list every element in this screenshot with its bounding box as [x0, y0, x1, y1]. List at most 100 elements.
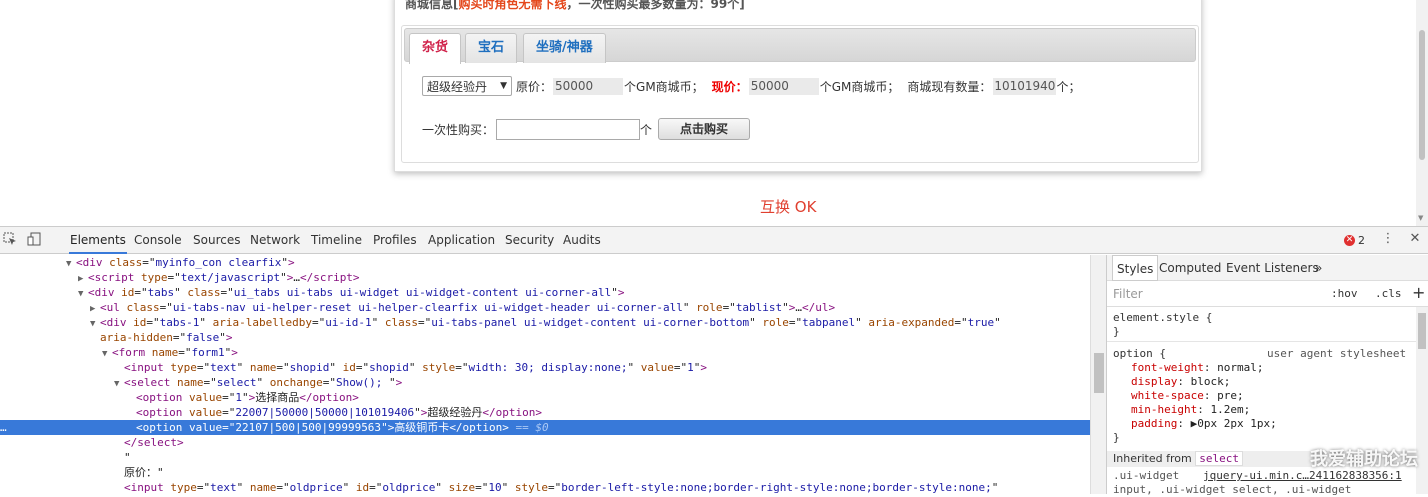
dom-node-markup: <ul class="ui-tabs-nav ui-helper-reset u…: [100, 301, 836, 314]
buy-qty-input[interactable]: [496, 118, 641, 140]
dom-node-markup: <script type="text/javascript">…</script…: [88, 271, 360, 284]
item-select-value: 超级经验丹: [427, 79, 488, 94]
hov-toggle[interactable]: :hov: [1331, 287, 1358, 300]
option-selector: option {: [1113, 347, 1166, 360]
tab-computed[interactable]: Computed: [1159, 255, 1221, 281]
stock-value: 10101940: [993, 77, 1057, 95]
style-rules: element.style { } option { user agent st…: [1107, 309, 1417, 449]
dom-node-markup: <option value="22107|500|500|99999563">高…: [136, 421, 549, 434]
styles-filter-input[interactable]: Filter: [1113, 287, 1143, 301]
buy-row: 一次性购买： 个 点击购买: [422, 117, 751, 141]
dom-node-markup: <div class="myinfo_con clearfix">: [76, 256, 295, 269]
price-row: 超级经验丹 ▼ 原价： 50000 个GM商城币； 现价： 50000 个GM商…: [422, 76, 1080, 96]
dom-node[interactable]: ▼ <div id="tabs-1" aria-labelledby="ui-id…: [0, 315, 1090, 330]
page-viewport: 商城信息[购买时角色无需下线，一次性购买最多数量为：99个] 杂货 宝石 坐骑/…: [0, 0, 1428, 226]
tab-misc[interactable]: 杂货: [409, 33, 462, 64]
dom-node[interactable]: <input type="text" name="shopid" id="sho…: [0, 360, 1090, 375]
error-icon: ✕: [1344, 235, 1355, 246]
dom-node-selected[interactable]: <option value="22107|500|500|99999563">高…: [0, 420, 1090, 435]
original-price-field: 50000: [553, 77, 624, 95]
dom-node-markup: 原价：": [124, 466, 164, 479]
tab-network[interactable]: Network: [249, 227, 301, 254]
tab-event-listeners[interactable]: Event Listeners: [1226, 255, 1319, 281]
buy-button[interactable]: 点击购买: [658, 118, 751, 140]
dom-node[interactable]: <option value="1">选择商品</option>: [0, 390, 1090, 405]
tabs-nav: 杂货 宝石 坐骑/神器: [404, 28, 1196, 64]
dom-node[interactable]: ▼ <select name="select" onchange="Show();…: [0, 375, 1090, 390]
tab-mounts[interactable]: 坐骑/神器: [523, 33, 606, 63]
elements-scrollbar[interactable]: [1090, 255, 1106, 494]
device-toggle-icon[interactable]: [27, 232, 41, 246]
close-icon[interactable]: ✕: [1408, 232, 1422, 246]
tab-audits[interactable]: Audits: [562, 227, 602, 254]
shop-panel: 商城信息[购买时角色无需下线，一次性购买最多数量为：99个] 杂货 宝石 坐骑/…: [394, 0, 1202, 172]
scroll-down-icon[interactable]: ▼: [1418, 214, 1423, 222]
styles-filter-row: Filter :hov .cls +: [1107, 281, 1428, 307]
dom-node-markup: <option value="22007|50000|50000|1010194…: [136, 406, 543, 419]
style-prop-white-space[interactable]: white-space: pre;: [1131, 389, 1244, 403]
dom-node-markup: <form name="form1">: [112, 346, 238, 359]
swap-ok-text: 互换 OK: [760, 198, 817, 216]
stock-unit: 个；: [1056, 79, 1081, 94]
style-prop-min-height[interactable]: min-height: 1.2em;: [1131, 403, 1250, 417]
element-style-close: }: [1113, 325, 1120, 338]
tab-elements[interactable]: Elements: [69, 227, 127, 254]
more-menu-icon[interactable]: ⋮: [1381, 232, 1395, 246]
dom-node[interactable]: </select>: [0, 435, 1090, 450]
buy-qty-label: 一次性购买：: [422, 122, 495, 137]
more-tabs-icon[interactable]: »: [1315, 255, 1322, 281]
cls-toggle[interactable]: .cls: [1375, 287, 1402, 300]
ui-widget-selector: .ui-widget: [1113, 469, 1180, 482]
add-rule-icon[interactable]: +: [1412, 283, 1425, 302]
elements-tree: ▼ <div class="myinfo_con clearfix"> ▶ <scri…: [0, 255, 1090, 494]
styles-scroll-thumb[interactable]: [1418, 313, 1426, 349]
dom-node-markup: <div id="tabs-1" aria-labelledby="ui-id-…: [100, 316, 1001, 329]
dom-node-markup: <input type="text" name="oldprice" id="o…: [124, 481, 999, 494]
shop-tabs: 杂货 宝石 坐骑/神器 超级经验丹 ▼ 原价： 50000 个GM商城币； 现价…: [401, 25, 1199, 163]
element-style-selector: element.style {: [1113, 311, 1213, 324]
dom-node[interactable]: ▼ <div class="myinfo_con clearfix">: [0, 255, 1090, 270]
user-agent-label: user agent stylesheet: [1267, 347, 1407, 360]
ui-widget-source-link[interactable]: jquery-ui.min.c…241162838356:1: [1203, 469, 1402, 483]
dom-node[interactable]: ": [0, 450, 1090, 465]
error-count: 2: [1358, 234, 1365, 247]
dom-node-markup: <input type="text" name="shopid" id="sho…: [124, 361, 707, 374]
style-prop-display[interactable]: display: block;: [1131, 375, 1230, 389]
tab-profiles[interactable]: Profiles: [372, 227, 418, 254]
tab-gems[interactable]: 宝石: [465, 33, 518, 63]
error-badge[interactable]: ✕ 2: [1344, 234, 1365, 247]
style-prop-padding[interactable]: padding: ▶0px 2px 1px;: [1131, 417, 1277, 431]
dom-node-markup: aria-hidden="false">: [100, 331, 233, 344]
tab-security[interactable]: Security: [504, 227, 555, 254]
shop-notice: 商城信息[购买时角色无需下线，一次性购买最多数量为：99个]: [405, 0, 745, 12]
ellipsis-icon[interactable]: …: [0, 420, 7, 435]
page-scroll-thumb[interactable]: [1419, 30, 1425, 160]
buy-qty-unit: 个: [640, 122, 653, 137]
dom-node[interactable]: ▶ <script type="text/javascript">…</scrip…: [0, 270, 1090, 285]
tab-console[interactable]: Console: [133, 227, 183, 254]
dom-node[interactable]: ▼ <div id="tabs" class="ui_tabs ui-tabs u…: [0, 285, 1090, 300]
dom-node[interactable]: ▶ <ul class="ui-tabs-nav ui-helper-reset …: [0, 300, 1090, 315]
current-price-label: 现价：: [711, 79, 748, 94]
dom-node[interactable]: <input type="text" name="oldprice" id="o…: [0, 480, 1090, 494]
notice-suffix: ，一次性购买最多数量为：99个]: [566, 0, 745, 11]
rule-divider: [1107, 341, 1417, 342]
tab-timeline[interactable]: Timeline: [310, 227, 363, 254]
current-price-field: 50000: [748, 77, 819, 95]
inspect-icon[interactable]: [3, 232, 17, 246]
tab-styles[interactable]: Styles: [1112, 255, 1159, 281]
elements-scroll-thumb[interactable]: [1094, 353, 1104, 393]
item-select[interactable]: 超级经验丹 ▼: [422, 76, 512, 96]
dom-node[interactable]: <option value="22007|50000|50000|1010194…: [0, 405, 1090, 420]
page-scrollbar[interactable]: ▼: [1416, 0, 1428, 226]
dom-node-markup: ": [124, 451, 131, 464]
tab-sources[interactable]: Sources: [192, 227, 241, 254]
dom-node[interactable]: ▼ <form name="form1">: [0, 345, 1090, 360]
ui-widget-selector-2: input, .ui-widget select, .ui-widget: [1113, 483, 1352, 496]
inherited-select-link[interactable]: select: [1195, 451, 1243, 466]
dom-node-markup: </select>: [124, 436, 184, 449]
style-prop-font-weight[interactable]: font-weight: normal;: [1131, 361, 1263, 375]
tab-application[interactable]: Application: [427, 227, 496, 254]
dom-node[interactable]: 原价：": [0, 465, 1090, 480]
dom-node[interactable]: aria-hidden="false">: [0, 330, 1090, 345]
